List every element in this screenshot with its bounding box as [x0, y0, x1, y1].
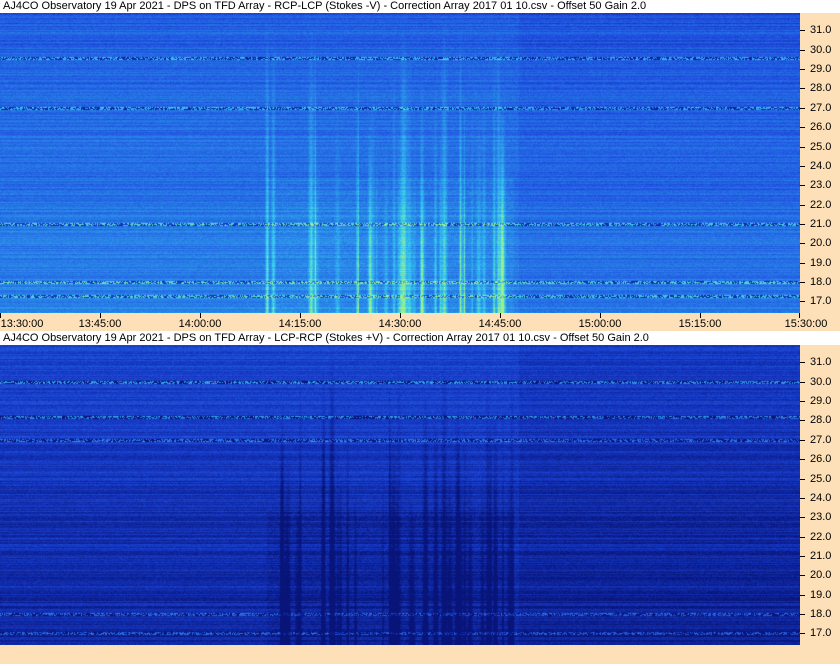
y-tick-label: 20.0	[810, 237, 832, 250]
y-tick-label: 31.0	[810, 356, 832, 369]
y-tick-label: 22.0	[810, 530, 832, 543]
x-tick-label: 15:30:00	[784, 318, 828, 330]
y-tick	[800, 262, 805, 264]
y-tick	[800, 381, 805, 383]
x-tick-label: 15:00:00	[578, 318, 622, 330]
y-tick-label: 17.0	[810, 627, 832, 640]
y-tick-label: 26.0	[810, 121, 832, 134]
y-tick	[800, 301, 805, 303]
y-tick	[800, 575, 805, 577]
y-tick-label: 27.0	[810, 433, 832, 446]
x-tick-label: 13:45:00	[78, 318, 122, 330]
panel-2-title: AJ4CO Observatory 19 Apr 2021 - DPS on T…	[3, 332, 649, 344]
y-tick-label: 23.0	[810, 511, 832, 524]
y-tick	[800, 69, 805, 71]
y-tick	[800, 614, 805, 616]
y-tick	[800, 282, 805, 284]
y-tick-label: 18.0	[810, 608, 832, 621]
y-tick	[800, 127, 805, 129]
y-tick	[800, 165, 805, 167]
y-tick-label: 28.0	[810, 82, 832, 95]
y-tick	[800, 401, 805, 403]
panel-2-spectrogram	[0, 345, 800, 645]
y-tick	[800, 88, 805, 90]
y-tick-label: 31.0	[810, 24, 832, 37]
y-tick	[800, 420, 805, 422]
x-tick-label: 14:00:00	[178, 318, 222, 330]
panel-1-time-axis: 13:30:00 13:45:00 14:00:00 14:15:00 14:30:00…	[0, 313, 840, 331]
x-tick-label: 14:30:00	[378, 318, 422, 330]
x-tick-label: 14:45:00	[478, 318, 522, 330]
y-tick	[800, 517, 805, 519]
y-tick	[800, 555, 805, 557]
x-tick-label: 14:15:00	[278, 318, 322, 330]
y-tick-label: 30.0	[810, 43, 832, 56]
y-tick	[800, 633, 805, 635]
y-tick	[800, 204, 805, 206]
y-tick-label: 22.0	[810, 198, 832, 211]
y-tick-label: 24.0	[810, 491, 832, 504]
panel-2-frequency-axis: 31.0 30.0 29.0 28.0 27.0 26.0 25.0 24.0 23.0 22.0…	[800, 345, 840, 645]
x-tick-label: 13:30:00	[0, 318, 44, 330]
y-tick-label: 17.0	[810, 295, 832, 308]
y-tick-label: 25.0	[810, 472, 832, 485]
y-tick	[800, 478, 805, 480]
y-tick-label: 19.0	[810, 588, 832, 601]
y-tick	[800, 185, 805, 187]
y-tick-label: 21.0	[810, 549, 832, 562]
x-tick-label: 15:15:00	[678, 318, 722, 330]
y-tick	[800, 594, 805, 596]
y-tick-label: 29.0	[810, 63, 832, 76]
y-tick	[800, 459, 805, 461]
y-tick-label: 30.0	[810, 375, 832, 388]
y-tick	[800, 497, 805, 499]
y-tick-label: 27.0	[810, 101, 832, 114]
y-tick-label: 18.0	[810, 276, 832, 289]
y-tick	[800, 146, 805, 148]
y-tick-label: 19.0	[810, 256, 832, 269]
y-tick-label: 26.0	[810, 453, 832, 466]
y-tick	[800, 243, 805, 245]
y-tick-label: 24.0	[810, 159, 832, 172]
y-tick-label: 21.0	[810, 217, 832, 230]
y-tick	[800, 49, 805, 51]
y-tick-label: 23.0	[810, 179, 832, 192]
y-tick	[800, 439, 805, 441]
y-tick-label: 20.0	[810, 569, 832, 582]
y-tick	[800, 362, 805, 364]
y-tick-label: 28.0	[810, 414, 832, 427]
panel-1-title: AJ4CO Observatory 19 Apr 2021 - DPS on T…	[3, 0, 647, 12]
y-tick-label: 29.0	[810, 395, 832, 408]
bottom-strip	[0, 645, 840, 664]
panel-1-spectrogram	[0, 13, 800, 313]
panel-1-frequency-axis: 31.0 30.0 29.0 28.0 27.0 26.0 25.0 24.0 23.0 22.0…	[800, 13, 840, 313]
y-tick-label: 25.0	[810, 140, 832, 153]
y-tick	[800, 107, 805, 109]
y-tick	[800, 223, 805, 225]
y-tick	[800, 536, 805, 538]
y-tick	[800, 30, 805, 32]
